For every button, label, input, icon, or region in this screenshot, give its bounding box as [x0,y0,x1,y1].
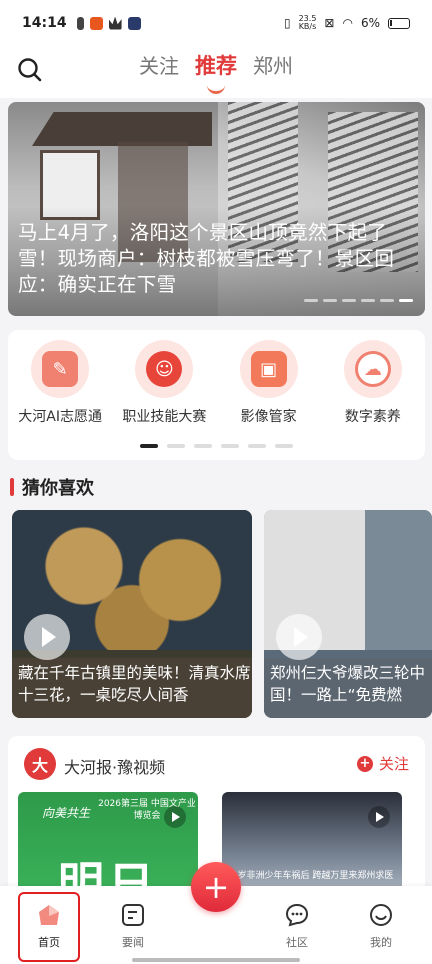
status-time: 14:14 [22,15,67,31]
video-card-title: 藏在千年古镇里的美味！清真水席十三花，一桌吃尽人间香 [12,658,252,718]
service-item-volunteer[interactable]: ✎ 大河AI志愿通 [10,340,110,426]
thumb-caption: 14岁非洲少年车祸后 跨越万里来郑州求医 [226,871,394,881]
wifi-icon: ◠ [342,16,353,30]
home-icon [39,905,59,925]
tab-recommend[interactable]: 推荐 [195,50,237,94]
play-icon[interactable] [24,614,70,660]
banner-pager [304,299,413,302]
cloud-icon: ☁ [343,340,402,398]
volunteer-icon: ✎ [31,340,90,398]
service-item-digital-literacy[interactable]: ☁ 数字素养 [323,340,423,426]
headline-banner[interactable]: 马上4月了，洛阳这个景区山顶竟然下起了雪！现场商户：树枝都被雪压弯了！景区回应：… [8,102,425,316]
channel-video-thumb[interactable]: 向美共生 2026第三届 中国文产业博览会 明日 [18,792,198,896]
banner-title: 马上4月了，洛阳这个景区山顶竟然下起了雪！现场商户：树枝都被雪压弯了！景区回应：… [18,221,395,296]
play-icon [164,806,186,828]
channel-video-thumb[interactable]: 14岁非洲少年车祸后 跨越万里来郑州求医 [222,792,402,896]
follow-button[interactable]: + 关注 [356,753,409,774]
status-notification-icons [76,16,141,30]
battery-percent: 6% [360,16,380,30]
play-icon [368,806,390,828]
smile-icon [370,904,392,926]
service-item-photo-manager[interactable]: ▣ 影像管家 [219,340,319,426]
section-heading-guess: 猜你喜欢 [10,474,94,500]
channel-name[interactable]: 大河报·豫视频 [64,754,165,778]
tab-follow[interactable]: 关注 [139,50,179,80]
crown-icon [108,16,122,30]
video-app-icon [127,16,141,30]
video-card-title: 郑州仨大爷爆改三轮中国！一路上“免费燃 [264,658,432,718]
mascot-icon: ☺ [135,340,194,398]
status-right: ▯ 23.5 KB/s ⊠ ◠ 6% [284,15,410,31]
publish-button[interactable]: + [191,862,241,912]
service-item-skills-contest[interactable]: ☺ 职业技能大赛 [114,340,214,426]
tab-zhengzhou[interactable]: 郑州 [253,50,293,80]
top-nav: 关注 推荐 郑州 [0,46,432,98]
app-notify-icon [89,16,103,30]
nav-community[interactable]: 社区 [262,902,332,950]
nav-profile[interactable]: 我的 [346,902,416,950]
plus-icon: + [356,755,373,772]
photo-icon: ▣ [239,340,298,398]
net-speed: 23.5 KB/s [298,14,317,31]
sim-icon [76,16,84,30]
play-icon[interactable] [276,614,322,660]
thumb-logo-text: 向美共生 [42,806,91,820]
news-icon [122,904,144,926]
channel-logo[interactable]: 大 [24,748,56,780]
home-indicator [132,958,300,962]
nfc-icon: ⊠ [324,16,335,30]
channel-tabs: 关注 推荐 郑州 [0,50,432,94]
service-grid: ✎ 大河AI志愿通 ☺ 职业技能大赛 ▣ 影像管家 ☁ 数字素养 [8,330,425,460]
nav-news[interactable]: 要闻 [98,902,168,950]
battery-icon [388,17,410,29]
nav-home[interactable]: 首页 [14,902,84,950]
video-card[interactable]: 郑州仨大爷爆改三轮中国！一路上“免费燃 [264,510,432,718]
vibrate-icon: ▯ [283,16,291,30]
service-pager [8,444,425,448]
chat-icon [285,903,309,927]
video-card[interactable]: 藏在千年古镇里的美味！清真水席十三花，一桌吃尽人间香 [12,510,252,718]
status-bar: 14:14 ▯ 23.5 KB/s ⊠ ◠ 6% [0,0,432,46]
